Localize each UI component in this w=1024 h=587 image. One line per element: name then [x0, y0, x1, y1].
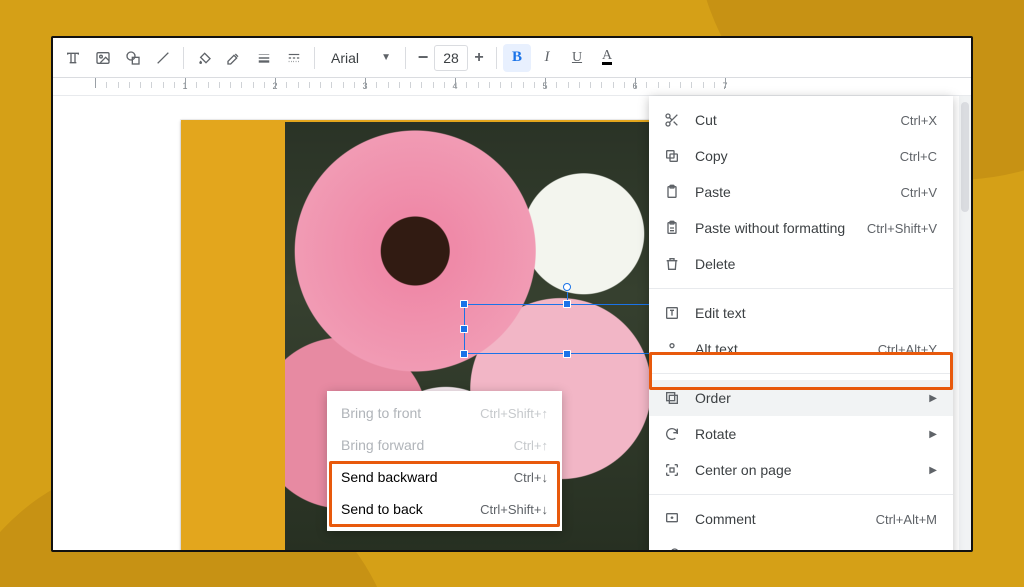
submenu-bring-forward[interactable]: Bring forward Ctrl+↑	[327, 429, 562, 461]
ctx-copy[interactable]: Copy Ctrl+C	[649, 138, 953, 174]
italic-button[interactable]: I	[533, 44, 561, 72]
chevron-right-icon: ▶	[929, 393, 937, 404]
submenu-shortcut: Ctrl+Shift+↑	[480, 406, 548, 421]
ctx-shortcut: Ctrl+Shift+V	[867, 221, 937, 236]
context-menu: Cut Ctrl+X Copy Ctrl+C Paste Ctrl+V Past…	[649, 96, 953, 552]
edit-text-icon	[663, 304, 681, 322]
ctx-label: Link	[695, 547, 887, 552]
submenu-send-backward[interactable]: Send backward Ctrl+↓	[327, 461, 562, 493]
ctx-label: Edit text	[695, 305, 937, 321]
ctx-paste[interactable]: Paste Ctrl+V	[649, 174, 953, 210]
ctx-label: Paste	[695, 184, 887, 200]
ctx-shortcut: Ctrl+X	[901, 113, 937, 128]
ctx-center-on-page[interactable]: Center on page ▶	[649, 452, 953, 488]
app-frame: Arial ▼ − + B I U A 1 2 3 4 5 6 7	[51, 36, 973, 552]
chevron-down-icon: ▼	[381, 52, 391, 63]
ctx-shortcut: Ctrl+K	[901, 548, 937, 553]
separator	[405, 47, 406, 69]
resize-handle[interactable]	[563, 350, 571, 358]
rotate-icon	[663, 425, 681, 443]
ctx-label: Delete	[695, 256, 937, 272]
fill-color-button[interactable]	[190, 44, 218, 72]
ruler: 1 2 3 4 5 6 7	[53, 78, 971, 96]
submenu-shortcut: Ctrl+↑	[514, 438, 548, 453]
trash-icon	[663, 255, 681, 273]
order-icon	[663, 389, 681, 407]
ctx-edit-text[interactable]: Edit text	[649, 295, 953, 331]
submenu-label: Send to back	[341, 501, 423, 517]
comment-icon	[663, 510, 681, 528]
font-name-dropdown[interactable]: Arial ▼	[321, 44, 399, 72]
text-box-button[interactable]	[59, 44, 87, 72]
chevron-right-icon: ▶	[929, 429, 937, 440]
order-submenu: Bring to front Ctrl+Shift+↑ Bring forwar…	[327, 391, 562, 531]
ctx-label: Comment	[695, 511, 862, 527]
selected-text-box[interactable]	[464, 304, 669, 354]
border-dash-button[interactable]	[280, 44, 308, 72]
alt-text-icon	[663, 340, 681, 358]
bold-button[interactable]: B	[503, 44, 531, 72]
ctx-label: Order	[695, 390, 909, 406]
ctx-shortcut: Ctrl+Alt+M	[876, 512, 937, 527]
resize-handle[interactable]	[460, 300, 468, 308]
submenu-shortcut: Ctrl+Shift+↓	[480, 502, 548, 517]
submenu-label: Bring forward	[341, 437, 424, 453]
paste-plain-icon	[663, 219, 681, 237]
ctx-paste-without-formatting[interactable]: Paste without formatting Ctrl+Shift+V	[649, 210, 953, 246]
font-size-decrease-button[interactable]: −	[412, 44, 434, 72]
ctx-shortcut: Ctrl+V	[901, 185, 937, 200]
border-weight-button[interactable]	[250, 44, 278, 72]
ctx-label: Alt text	[695, 341, 864, 357]
shape-button[interactable]	[119, 44, 147, 72]
copy-icon	[663, 147, 681, 165]
separator	[649, 494, 953, 495]
line-button[interactable]	[149, 44, 177, 72]
font-size-input[interactable]	[434, 45, 468, 71]
ctx-order[interactable]: Order ▶	[649, 380, 953, 416]
ctx-link[interactable]: Link Ctrl+K	[649, 537, 953, 552]
rotate-handle[interactable]	[563, 283, 571, 291]
separator	[649, 288, 953, 289]
underline-button[interactable]: U	[563, 44, 591, 72]
ctx-shortcut: Ctrl+C	[900, 149, 937, 164]
chevron-right-icon: ▶	[929, 465, 937, 476]
submenu-send-to-back[interactable]: Send to back Ctrl+Shift+↓	[327, 493, 562, 525]
ctx-alt-text[interactable]: Alt text Ctrl+Alt+Y	[649, 331, 953, 367]
center-icon	[663, 461, 681, 479]
ctx-label: Copy	[695, 148, 886, 164]
toolbar: Arial ▼ − + B I U A	[53, 38, 971, 78]
resize-handle[interactable]	[460, 350, 468, 358]
ctx-label: Rotate	[695, 426, 909, 442]
vertical-scrollbar[interactable]	[959, 96, 971, 550]
text-color-button[interactable]: A	[593, 44, 621, 72]
border-color-button[interactable]	[220, 44, 248, 72]
scissors-icon	[663, 111, 681, 129]
ctx-delete[interactable]: Delete	[649, 246, 953, 282]
ctx-comment[interactable]: Comment Ctrl+Alt+M	[649, 501, 953, 537]
ctx-label: Cut	[695, 112, 887, 128]
image-button[interactable]	[89, 44, 117, 72]
submenu-label: Send backward	[341, 469, 438, 485]
separator	[183, 47, 184, 69]
submenu-shortcut: Ctrl+↓	[514, 470, 548, 485]
resize-handle[interactable]	[563, 300, 571, 308]
ctx-label: Center on page	[695, 462, 909, 478]
separator	[314, 47, 315, 69]
separator	[649, 373, 953, 374]
link-icon	[663, 546, 681, 552]
ctx-rotate[interactable]: Rotate ▶	[649, 416, 953, 452]
resize-handle[interactable]	[460, 325, 468, 333]
ctx-shortcut: Ctrl+Alt+Y	[878, 342, 937, 357]
separator	[496, 47, 497, 69]
paste-icon	[663, 183, 681, 201]
font-size-increase-button[interactable]: +	[468, 44, 490, 72]
submenu-bring-to-front[interactable]: Bring to front Ctrl+Shift+↑	[327, 397, 562, 429]
ctx-label: Paste without formatting	[695, 220, 853, 236]
font-name-label: Arial	[331, 50, 359, 66]
ctx-cut[interactable]: Cut Ctrl+X	[649, 102, 953, 138]
submenu-label: Bring to front	[341, 405, 421, 421]
